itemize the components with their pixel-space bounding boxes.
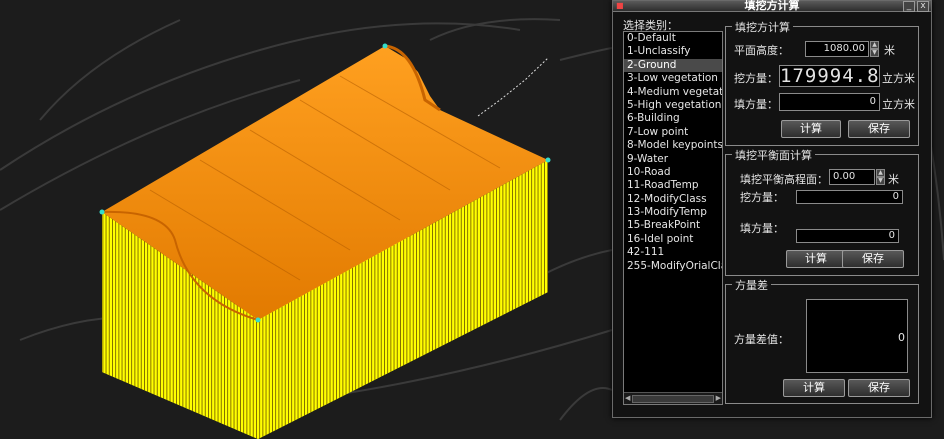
corner-marker: [255, 317, 261, 323]
plane-height-input[interactable]: 1080.00: [805, 41, 869, 57]
cut-volume-value: 179994.8: [779, 65, 880, 87]
category-item[interactable]: 42-111: [624, 246, 722, 259]
cut-fill-compute-button[interactable]: 计算: [781, 120, 841, 138]
fill-volume-label: 填方量：: [734, 98, 778, 111]
category-list[interactable]: 0-Default 1-Unclassify 2-Ground 3-Low veget…: [623, 31, 723, 405]
volume-diff-value: 0: [898, 331, 905, 344]
balance-elevation-input[interactable]: 0.00: [829, 169, 875, 185]
category-item[interactable]: 13-ModifyTemp: [624, 206, 722, 219]
category-item[interactable]: 12-ModifyClass: [624, 193, 722, 206]
cut-volume-unit: 立方米: [882, 72, 915, 85]
balance-elevation-label: 填挖平衡高程面：: [740, 173, 828, 186]
plane-height-unit: 米: [884, 44, 895, 57]
category-item[interactable]: 15-BreakPoint: [624, 219, 722, 232]
cut-fill-group: 填挖方计算 平面高度： 1080.00 ▲ ▼ 米 挖方量： 179994.8 …: [725, 19, 919, 146]
cut-fill-dialog: ■ 填挖方计算 _ x 选择类别： 0-Default 1-Unclassify 2…: [612, 0, 932, 418]
balance-save-button[interactable]: 保存: [842, 250, 904, 268]
category-item[interactable]: 1-Unclassify: [624, 45, 722, 58]
cut-volume-label: 挖方量：: [734, 72, 778, 85]
category-item[interactable]: 255-ModifyOrialClass: [624, 260, 722, 273]
spin-up-icon[interactable]: ▲: [876, 169, 885, 177]
volume-diff-box: [806, 299, 908, 373]
spin-down-icon[interactable]: ▼: [870, 49, 879, 57]
minimize-button[interactable]: _: [903, 1, 915, 12]
category-items: 0-Default 1-Unclassify 2-Ground 3-Low veget…: [624, 32, 722, 273]
balance-elevation-spinner[interactable]: ▲ ▼: [876, 169, 885, 185]
category-item[interactable]: 16-Idel point: [624, 233, 722, 246]
cut-fill-save-button[interactable]: 保存: [848, 120, 910, 138]
category-item[interactable]: 2-Ground: [624, 58, 722, 73]
balance-cut-label: 挖方量：: [740, 191, 784, 204]
balance-elevation-unit: 米: [888, 173, 899, 186]
scroll-right-icon[interactable]: ▶: [716, 393, 721, 404]
category-item[interactable]: 10-Road: [624, 166, 722, 179]
volume-diff-group: 方量差 方量差值： 0 计算 保存: [725, 277, 919, 404]
category-item[interactable]: 7-Low point: [624, 126, 722, 139]
category-item[interactable]: 5-High vegetation: [624, 99, 722, 112]
scroll-left-icon[interactable]: ◀: [625, 393, 630, 404]
fill-volume-value: 0: [779, 93, 880, 111]
category-item[interactable]: 4-Medium vegetation: [624, 86, 722, 99]
corner-marker: [99, 209, 105, 215]
plane-height-spinner[interactable]: ▲ ▼: [870, 41, 879, 57]
category-item[interactable]: 3-Low vegetation: [624, 72, 722, 85]
category-item[interactable]: 11-RoadTemp: [624, 179, 722, 192]
scroll-thumb[interactable]: [632, 395, 714, 403]
balance-group-title: 填挖平衡面计算: [732, 147, 815, 163]
balance-fill-label: 填方量：: [740, 222, 784, 235]
balance-compute-button[interactable]: 计算: [786, 250, 846, 268]
dialog-title: 填挖方计算: [744, 0, 800, 12]
volume-diff-group-title: 方量差: [732, 277, 771, 293]
fill-volume-unit: 立方米: [882, 98, 915, 111]
volume-diff-compute-button[interactable]: 计算: [783, 379, 845, 397]
spin-up-icon[interactable]: ▲: [870, 41, 879, 49]
plane-height-label: 平面高度：: [734, 44, 789, 57]
category-item[interactable]: 9-Water: [624, 153, 722, 166]
spin-down-icon[interactable]: ▼: [876, 177, 885, 185]
close-button[interactable]: x: [917, 1, 929, 12]
cut-fill-group-title: 填挖方计算: [732, 19, 793, 35]
category-item[interactable]: 8-Model keypoints: [624, 139, 722, 152]
volume-diff-save-button[interactable]: 保存: [848, 379, 910, 397]
category-item[interactable]: 0-Default: [624, 32, 722, 45]
category-item[interactable]: 6-Building: [624, 112, 722, 125]
corner-marker: [382, 43, 388, 49]
balance-cut-value: 0: [796, 190, 903, 204]
dialog-titlebar[interactable]: ■ 填挖方计算 _ x: [613, 0, 931, 12]
list-horizontal-scrollbar[interactable]: ◀ ▶: [624, 392, 722, 404]
balance-group: 填挖平衡面计算 填挖平衡高程面： 0.00 ▲ ▼ 米 挖方量： 0 填方量： …: [725, 147, 919, 276]
balance-fill-value: 0: [796, 229, 899, 243]
volume-diff-label: 方量差值：: [734, 333, 789, 346]
corner-marker: [545, 157, 551, 163]
